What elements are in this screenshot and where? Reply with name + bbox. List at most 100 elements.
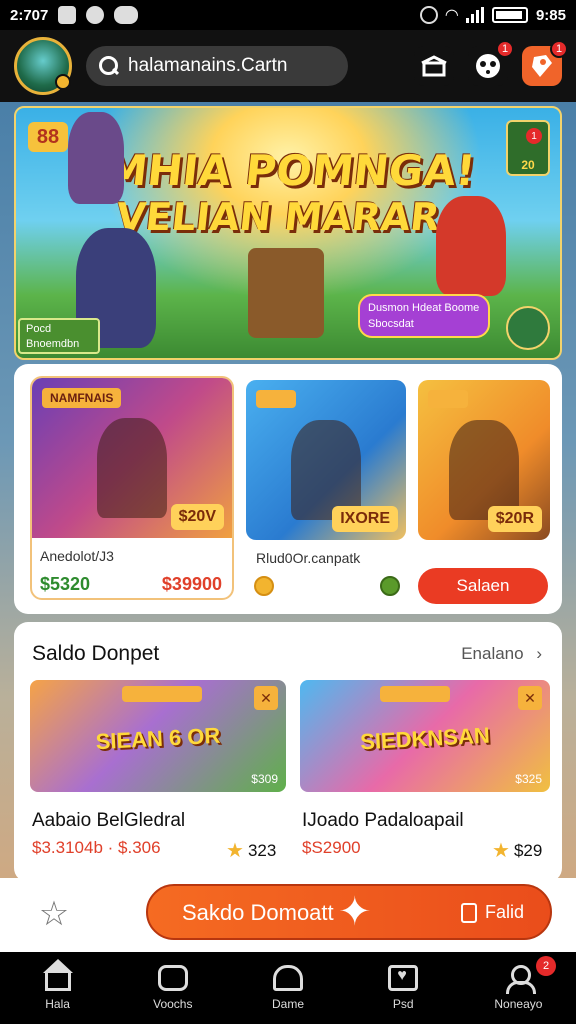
hero-info-line1: Pocd bbox=[26, 323, 52, 335]
bag-icon bbox=[460, 902, 477, 923]
product-character-icon bbox=[97, 418, 167, 518]
tile-rating-1: ★ 323 bbox=[226, 838, 276, 863]
product-card-3[interactable]: $20R bbox=[418, 380, 550, 540]
game-button[interactable]: 1 bbox=[468, 40, 514, 86]
product-character-icon bbox=[291, 420, 361, 520]
product-character-icon bbox=[449, 420, 519, 520]
product-old-price-1: $39900 bbox=[161, 574, 222, 594]
tab-wishlist[interactable]: Psd bbox=[346, 952, 461, 1024]
level-badge-icon bbox=[55, 74, 71, 90]
tab-profile[interactable]: Noneayo 2 bbox=[461, 952, 576, 1024]
hero-corner-card[interactable]: 20 1 bbox=[506, 120, 550, 176]
hero-pill-line2: Sbocsdat bbox=[368, 318, 414, 330]
alarm-icon bbox=[419, 6, 438, 24]
tile-chip-1 bbox=[122, 686, 202, 702]
search-input[interactable]: halamanains.Cartn bbox=[128, 55, 287, 77]
cta-secondary-label: Falid bbox=[484, 902, 524, 922]
product-chip-2: IXORE bbox=[332, 506, 398, 532]
tile-chip-2 bbox=[380, 686, 450, 702]
product-card-2[interactable]: IXORE bbox=[246, 380, 406, 540]
alert-badge: 1 bbox=[550, 40, 568, 58]
product-ribbon-3 bbox=[428, 390, 468, 408]
cta-secondary[interactable]: Falid bbox=[460, 902, 524, 923]
tile-rating-value-1: 323 bbox=[247, 840, 277, 860]
hero-offer-pill[interactable]: Dusmon Hdeat Boome Sbocsdat bbox=[358, 294, 490, 338]
product-name-1: Anedolot/J3 bbox=[40, 548, 114, 564]
product-chip-3: $20R bbox=[487, 506, 542, 532]
search-bar[interactable]: halamanains.Cartn bbox=[86, 46, 348, 86]
search-icon bbox=[98, 55, 120, 77]
tile-banner-1: SIEAN 6 OR bbox=[95, 722, 221, 755]
primary-cta-button[interactable]: Sakdo Domoatt ✦ Falid bbox=[146, 884, 552, 940]
status-bar: 2:707 ◠ 9:85 bbox=[0, 0, 576, 30]
gift-button[interactable] bbox=[414, 46, 454, 86]
hero-machine-icon bbox=[248, 248, 324, 338]
tile-price-2: $S2900 bbox=[302, 838, 361, 857]
tile-name-2[interactable]: IJoado Padaloapail bbox=[302, 810, 464, 832]
heart-icon bbox=[388, 965, 419, 991]
tile-close-icon[interactable]: ✕ bbox=[518, 686, 542, 710]
tab-videos[interactable]: Voochs bbox=[115, 952, 230, 1024]
hero-character-top-icon bbox=[68, 112, 124, 204]
alerts-button[interactable]: 1 bbox=[522, 40, 568, 86]
bottom-tab-bar: Hala Voochs Dame Psd Noneayo 2 bbox=[0, 952, 576, 1024]
gem-icon bbox=[380, 576, 400, 596]
product-card-1[interactable]: NAMFNAIS $20V Anedolot/J3 $5320 $39900 bbox=[30, 376, 234, 600]
product-image-1: NAMFNAIS $20V bbox=[32, 378, 232, 538]
gamepad-icon bbox=[476, 54, 500, 78]
tile-count-1: $309 bbox=[251, 772, 278, 786]
content-area: 88 MHIA POMNGA! VELIAN MARAR. 20 1 Dusmo… bbox=[0, 102, 576, 952]
notification-badge: 1 bbox=[496, 40, 514, 58]
section-link-label: Enalano bbox=[461, 644, 524, 663]
section-title: Saldo Donpet bbox=[32, 642, 160, 665]
tile-count-2: $325 bbox=[515, 772, 542, 786]
section-see-all-link[interactable]: Enalano › bbox=[461, 644, 542, 664]
buy-button[interactable]: Salaen bbox=[418, 568, 548, 604]
chevron-right-icon: › bbox=[536, 644, 542, 663]
status-clock: 9:85 bbox=[535, 6, 566, 24]
cta-label: Sakdo Domoatt bbox=[182, 900, 334, 925]
shop-card: NAMFNAIS $20V Anedolot/J3 $5320 $39900 I… bbox=[14, 364, 562, 614]
featured-tile-2[interactable]: ✕ SIEDKNSAN $325 bbox=[300, 680, 550, 792]
coin-icon bbox=[254, 576, 274, 596]
hero-info-line2: Bnoemdbn bbox=[26, 338, 80, 350]
hero-character-right-icon bbox=[436, 196, 506, 296]
tile-rating-2: ★ $29 bbox=[492, 838, 542, 863]
user-icon bbox=[503, 965, 537, 994]
tab-profile-label: Noneayo bbox=[494, 997, 543, 1011]
product-price-1: $5320 bbox=[40, 574, 91, 594]
tab-profile-badge: 2 bbox=[536, 956, 557, 976]
tile-close-icon[interactable]: ✕ bbox=[254, 686, 278, 710]
tile-banner-2: SIEDKNSAN bbox=[359, 722, 491, 755]
hero-pill-line1: Dusmon Hdeat Boome bbox=[368, 302, 480, 314]
star-icon: ★ bbox=[226, 840, 244, 862]
gift-icon bbox=[421, 55, 447, 77]
gamepad-icon bbox=[114, 6, 139, 24]
tab-wishlist-label: Psd bbox=[392, 997, 414, 1011]
featured-tile-1[interactable]: ✕ SIEAN 6 OR $309 bbox=[30, 680, 286, 792]
favorite-star-icon[interactable]: ☆ bbox=[32, 892, 76, 936]
tag-icon bbox=[532, 55, 552, 77]
tile-rating-value-2: $29 bbox=[513, 840, 543, 860]
product-ribbon-1: NAMFNAIS bbox=[42, 388, 122, 408]
tab-videos-label: Voochs bbox=[153, 997, 193, 1011]
star-icon: ★ bbox=[492, 840, 510, 862]
signal-icon bbox=[465, 7, 484, 23]
tab-home[interactable]: Hala bbox=[0, 952, 115, 1024]
hero-banner[interactable]: 88 MHIA POMNGA! VELIAN MARAR. 20 1 Dusmo… bbox=[14, 106, 562, 360]
product-name-2: Rlud0Or.canpatk bbox=[256, 550, 361, 566]
hero-corner-badge: 1 bbox=[526, 128, 542, 144]
product-ribbon-2 bbox=[256, 390, 296, 408]
shuriken-icon: ✦ bbox=[338, 890, 372, 934]
status-time: 2:707 bbox=[10, 6, 49, 24]
chat-icon bbox=[157, 965, 188, 991]
tile-price-1: $3.3104b · $.306 bbox=[32, 838, 161, 857]
tile-name-1[interactable]: Aabaio BelGledral bbox=[32, 810, 185, 832]
hero-corner-count: 20 bbox=[521, 158, 535, 172]
battery-icon bbox=[491, 7, 528, 23]
hero-profile-icon[interactable] bbox=[506, 306, 550, 350]
hero-info-label: Pocd Bnoemdbn bbox=[18, 318, 100, 354]
avatar[interactable] bbox=[14, 37, 72, 95]
featured-section: Saldo Donpet Enalano › ✕ SIEAN 6 OR $309… bbox=[14, 622, 562, 882]
tab-games[interactable]: Dame bbox=[230, 952, 345, 1024]
